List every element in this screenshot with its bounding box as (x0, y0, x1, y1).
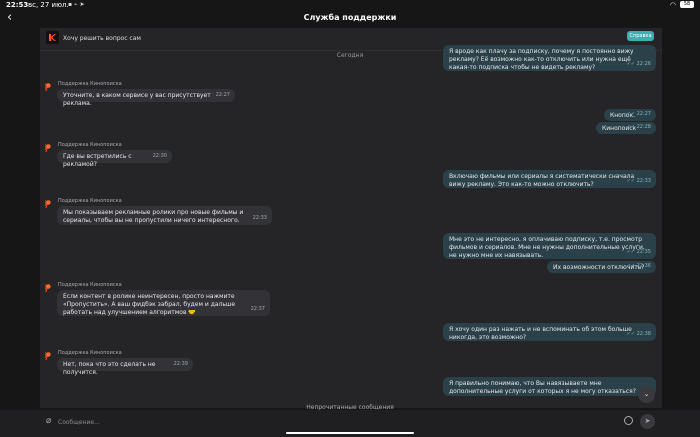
outgoing-message[interactable]: Кнопок. ✓✓ 22:27 (604, 109, 656, 121)
outgoing-message[interactable]: Кинопоиск ✓✓ 22:28 (596, 122, 656, 134)
emoji-icon[interactable] (624, 416, 633, 425)
outgoing-message[interactable]: Я вроде как плачу за подписку, почему я … (443, 45, 656, 71)
day-separator: Сегодня (336, 52, 364, 59)
outgoing-message[interactable]: Их возможности отключить? ✓✓ 22:36 (547, 261, 656, 273)
message-time: 22:27 (215, 92, 230, 98)
message-time: ✓✓ 22:35 (626, 249, 651, 255)
scroll-down-button[interactable]: ⌄ (638, 386, 655, 403)
sender-name: Поддержка Кинопоиска (58, 282, 122, 288)
status-date: вс, 27 июл. (28, 1, 69, 9)
outgoing-message[interactable]: Мне это не интересно, я оплачиваю подпис… (443, 233, 656, 259)
bot-avatar-icon (45, 281, 56, 292)
bot-avatar-icon (45, 141, 56, 152)
incoming-message[interactable]: Мы показываем рекламные ролики про новые… (57, 206, 272, 225)
chat-header: ‹ Служба поддержки (0, 10, 700, 28)
message-text: Мне это не интересно, я оплачиваю подпис… (449, 236, 645, 259)
incoming-message[interactable]: Уточните, в каком сервисе у вас присутст… (57, 89, 235, 107)
send-icon: ➤ (644, 417, 651, 425)
message-time: ✓✓ 22:28 (626, 124, 651, 130)
outgoing-message[interactable]: Включаю фильмы или сериалы я систематиче… (443, 170, 656, 188)
home-indicator (286, 432, 414, 434)
pinned-text: Хочу решить вопрос сам (63, 35, 141, 42)
message-time: 22:39 (173, 361, 188, 367)
message-text: Мы показываем рекламные ролики про новые… (63, 209, 244, 224)
send-button[interactable]: ➤ (640, 414, 655, 429)
message-text: Я вроде как плачу за подписку, почему я … (449, 48, 634, 71)
chevron-down-icon: ⌄ (643, 390, 650, 398)
sender-name: Поддержка Кинопоиска (58, 198, 122, 204)
message-time: ✓✓ 22:36 (626, 263, 651, 269)
outgoing-message[interactable]: Я хочу один раз нажать и не вспоминать о… (443, 323, 656, 341)
bot-avatar-icon (45, 349, 56, 360)
message-time: ✓✓ 22:26 (626, 61, 651, 67)
sender-name: Поддержка Кинопоиска (58, 81, 122, 87)
attach-icon[interactable]: ⌀ (46, 416, 51, 426)
message-time: ✓✓ 22:33 (626, 178, 651, 184)
bot-avatar-icon (45, 80, 56, 91)
kinopoisk-logo-icon (46, 31, 59, 44)
page-title: Служба поддержки (303, 13, 397, 22)
message-time: 22:37 (250, 306, 265, 312)
message-text: Я правильно понимаю, что Вы навязываете … (449, 380, 636, 395)
status-time: 22:53 (6, 1, 29, 9)
message-time: ✓✓ 22:27 (626, 111, 651, 117)
sender-name: Поддержка Кинопоиска (58, 142, 122, 148)
notification-icon: ▪ ⌁ ➤ (68, 1, 85, 8)
message-time: ✓✓ 22:38 (626, 331, 651, 337)
sender-name: Поддержка Кинопоиска (58, 350, 122, 356)
message-text: Включаю фильмы или сериалы я систематиче… (449, 173, 635, 188)
bot-avatar-icon (45, 197, 56, 208)
help-button[interactable]: Справка (627, 31, 654, 41)
message-input[interactable] (58, 416, 618, 429)
message-text: Если контент в ролике неинтересен, прост… (63, 293, 236, 316)
incoming-message[interactable]: Если контент в ролике неинтересен, прост… (57, 290, 270, 316)
message-time: 22:33 (252, 215, 267, 221)
message-text: Я хочу один раз нажать и не вспоминать о… (449, 326, 632, 341)
wifi-icon: ◠ (669, 1, 676, 9)
outgoing-message[interactable]: Я правильно понимаю, что Вы навязываете … (443, 377, 656, 396)
incoming-message[interactable]: Нет, пока что это сделать не получится. … (57, 358, 193, 376)
message-time: 22:30 (152, 153, 167, 159)
status-bar: 22:53 вс, 27 июл. ▪ ⌁ ➤ ◠ 58 (0, 0, 700, 10)
incoming-message[interactable]: Где вы встретились с рекламой? 22:30 (57, 150, 172, 168)
battery-icon: 58 (680, 1, 694, 8)
